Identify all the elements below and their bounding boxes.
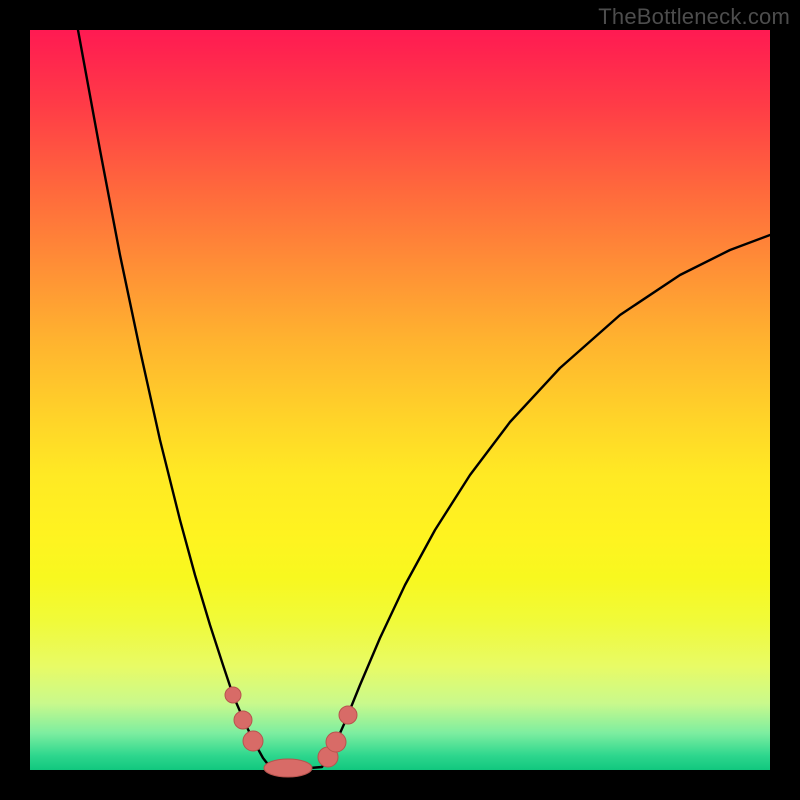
curve-marker xyxy=(339,706,357,724)
curve-marker xyxy=(326,732,346,752)
watermark-text: TheBottleneck.com xyxy=(598,4,790,30)
curve-marker xyxy=(243,731,263,751)
curve-marker xyxy=(264,759,312,777)
chart-frame: TheBottleneck.com xyxy=(0,0,800,800)
plot-area xyxy=(30,30,770,770)
curve-marker xyxy=(225,687,241,703)
curve-svg xyxy=(30,30,770,770)
bottleneck-curve xyxy=(78,30,770,768)
curve-group xyxy=(78,30,770,768)
marker-group xyxy=(225,687,357,777)
curve-marker xyxy=(234,711,252,729)
